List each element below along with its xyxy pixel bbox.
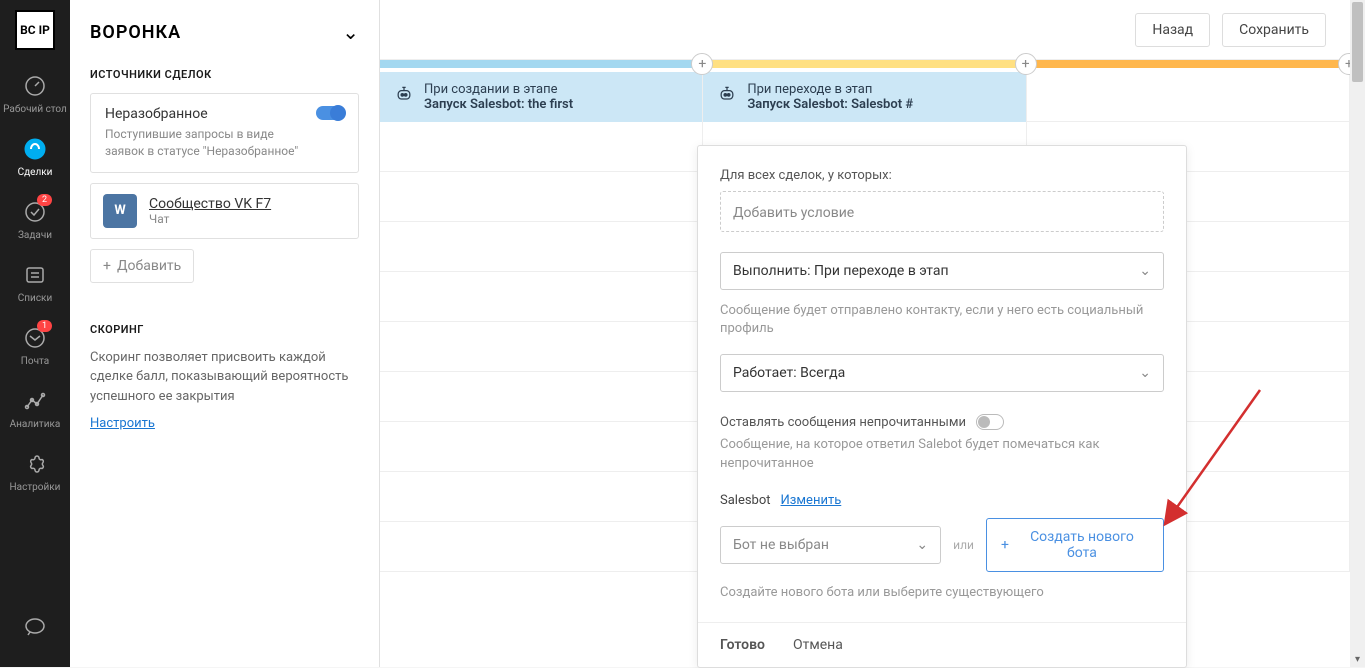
stage-cell[interactable] — [1027, 72, 1350, 122]
chat-icon — [21, 613, 49, 641]
stage-cell[interactable] — [380, 122, 703, 172]
badge: 2 — [37, 194, 52, 206]
unsorted-toggle[interactable] — [316, 106, 344, 120]
works-value: Работает: Всегда — [733, 365, 845, 381]
save-button[interactable]: Сохранить — [1222, 13, 1326, 47]
scoring-desc: Скоринг позволяет присвоить каждой сделк… — [90, 348, 359, 407]
execute-hint: Сообщение будет отправлено контакту, есл… — [720, 302, 1164, 338]
nav-label: Задачи — [18, 230, 52, 241]
for-all-label: Для всех сделок, у которых: — [720, 168, 1164, 183]
nav-lists[interactable]: Списки — [0, 255, 70, 310]
create-hint: Создайте нового бота или выберите сущест… — [720, 584, 1164, 602]
nav-label: Списки — [18, 293, 52, 304]
nav-label: Рабочий стол — [3, 104, 67, 115]
unread-switch[interactable] — [976, 414, 1004, 430]
pipeline-header: + + + — [380, 60, 1350, 72]
nav-dashboard[interactable]: Рабочий стол — [0, 66, 70, 121]
nav-deals[interactable]: Сделки — [0, 129, 70, 184]
stage-cell[interactable] — [380, 172, 703, 222]
nav-tasks[interactable]: 2 Задачи — [0, 192, 70, 247]
or-label: или — [953, 538, 974, 552]
bot-select-value: Бот не выбран — [733, 537, 829, 553]
chevron-down-icon[interactable]: ⌄ — [342, 20, 359, 44]
add-stage-button[interactable]: + — [1338, 53, 1350, 75]
stage-cell[interactable] — [380, 322, 703, 372]
stage-cell[interactable] — [380, 422, 703, 472]
analytics-icon — [21, 387, 49, 415]
stage-title: Запуск Salesbot: the first — [424, 97, 573, 112]
nav-analytics[interactable]: Аналитика — [0, 381, 70, 436]
execute-value: Выполнить: При переходе в этап — [733, 263, 949, 279]
done-button[interactable]: Готово — [720, 637, 765, 653]
unread-label: Оставлять сообщения непрочитанными — [720, 415, 966, 430]
unsorted-title: Неразобранное — [105, 106, 316, 122]
works-select[interactable]: Работает: Всегда ⌄ — [720, 354, 1164, 392]
stage-title: Запуск Salesbot: Salesbot # — [747, 97, 913, 112]
logo: BC IP — [15, 10, 55, 50]
unsorted-desc: Поступившие запросы в виде заявок в стат… — [105, 126, 316, 160]
deals-icon — [21, 135, 49, 163]
execute-select[interactable]: Выполнить: При переходе в этап ⌄ — [720, 252, 1164, 290]
stage-sub: При создании в этапе — [424, 82, 573, 97]
nav-label: Почта — [21, 356, 49, 367]
add-condition-placeholder: Добавить условие — [733, 205, 854, 221]
salesbot-modal: Для всех сделок, у которых: Добавить усл… — [697, 145, 1187, 668]
nav-label: Сделки — [18, 167, 53, 178]
vk-sub: Чат — [149, 212, 271, 226]
stage-cell[interactable] — [380, 222, 703, 272]
create-bot-button[interactable]: + Создать нового бота — [986, 518, 1164, 572]
unsorted-card: Неразобранное Поступившие запросы в виде… — [90, 93, 359, 173]
sidebar-header: ВОРОНКА ⌄ — [90, 20, 359, 44]
scrollbar[interactable]: ▴ ▾ — [1350, 0, 1365, 667]
unread-hint: Сообщение, на которое ответил Salebot бу… — [720, 436, 1164, 472]
stage-cell[interactable] — [380, 522, 703, 572]
add-source-button[interactable]: + Добавить — [90, 249, 194, 283]
scrollbar-thumb[interactable] — [1352, 2, 1363, 82]
lists-icon — [21, 261, 49, 289]
bot-icon — [394, 84, 414, 104]
chevron-down-icon: ⌄ — [1139, 365, 1151, 381]
bot-select[interactable]: Бот не выбран ⌄ — [720, 526, 941, 564]
sources-label: ИСТОЧНИКИ СДЕЛОК — [90, 68, 359, 81]
sidebar: ВОРОНКА ⌄ ИСТОЧНИКИ СДЕЛОК Неразобранное… — [70, 0, 380, 667]
add-label: Добавить — [117, 258, 181, 274]
stage-cell[interactable]: При создании в этапе Запуск Salesbot: th… — [380, 72, 703, 122]
left-nav: BC IP Рабочий стол Сделки 2 Задачи Списк… — [0, 0, 70, 667]
scoring-label: СКОРИНГ — [90, 323, 359, 336]
nav-settings[interactable]: Настройки — [0, 444, 70, 499]
stage-cell[interactable] — [380, 472, 703, 522]
add-stage-button[interactable]: + — [1015, 53, 1037, 75]
stage-sub: При переходе в этап — [747, 82, 913, 97]
back-button[interactable]: Назад — [1135, 13, 1210, 47]
salesbot-label: Salesbot — [720, 493, 771, 508]
vk-title: Сообщество VK F7 — [149, 196, 271, 212]
plus-icon: + — [103, 258, 111, 274]
chevron-down-icon: ⌄ — [1139, 263, 1151, 279]
bot-icon — [717, 84, 737, 104]
nav-chat[interactable] — [0, 607, 70, 647]
modal-footer: Готово Отмена — [698, 622, 1186, 667]
settings-icon — [21, 450, 49, 478]
nav-label: Настройки — [10, 482, 61, 493]
vk-icon: W — [103, 194, 137, 228]
cancel-button[interactable]: Отмена — [793, 637, 843, 653]
condition-box[interactable]: Добавить условие — [720, 191, 1164, 232]
nav-label: Аналитика — [10, 419, 61, 430]
dashboard-icon — [21, 72, 49, 100]
sidebar-title: ВОРОНКА — [90, 22, 181, 43]
stage-cell[interactable]: При переходе в этап Запуск Salesbot: Sal… — [703, 72, 1026, 122]
create-bot-label: Создать нового бота — [1015, 529, 1149, 561]
pipeline-row: При создании в этапе Запуск Salesbot: th… — [380, 72, 1350, 122]
scroll-down-icon[interactable]: ▾ — [1350, 652, 1365, 667]
badge: 1 — [37, 320, 52, 332]
change-link[interactable]: Изменить — [781, 493, 842, 508]
scoring-configure-link[interactable]: Настроить — [90, 416, 155, 431]
plus-icon: + — [1001, 537, 1009, 553]
nav-mail[interactable]: 1 Почта — [0, 318, 70, 373]
stage-cell[interactable] — [380, 372, 703, 422]
top-bar: Назад Сохранить — [380, 0, 1350, 60]
vk-source-card[interactable]: W Сообщество VK F7 Чат — [90, 183, 359, 239]
chevron-down-icon: ⌄ — [916, 537, 928, 553]
stage-cell[interactable] — [380, 272, 703, 322]
